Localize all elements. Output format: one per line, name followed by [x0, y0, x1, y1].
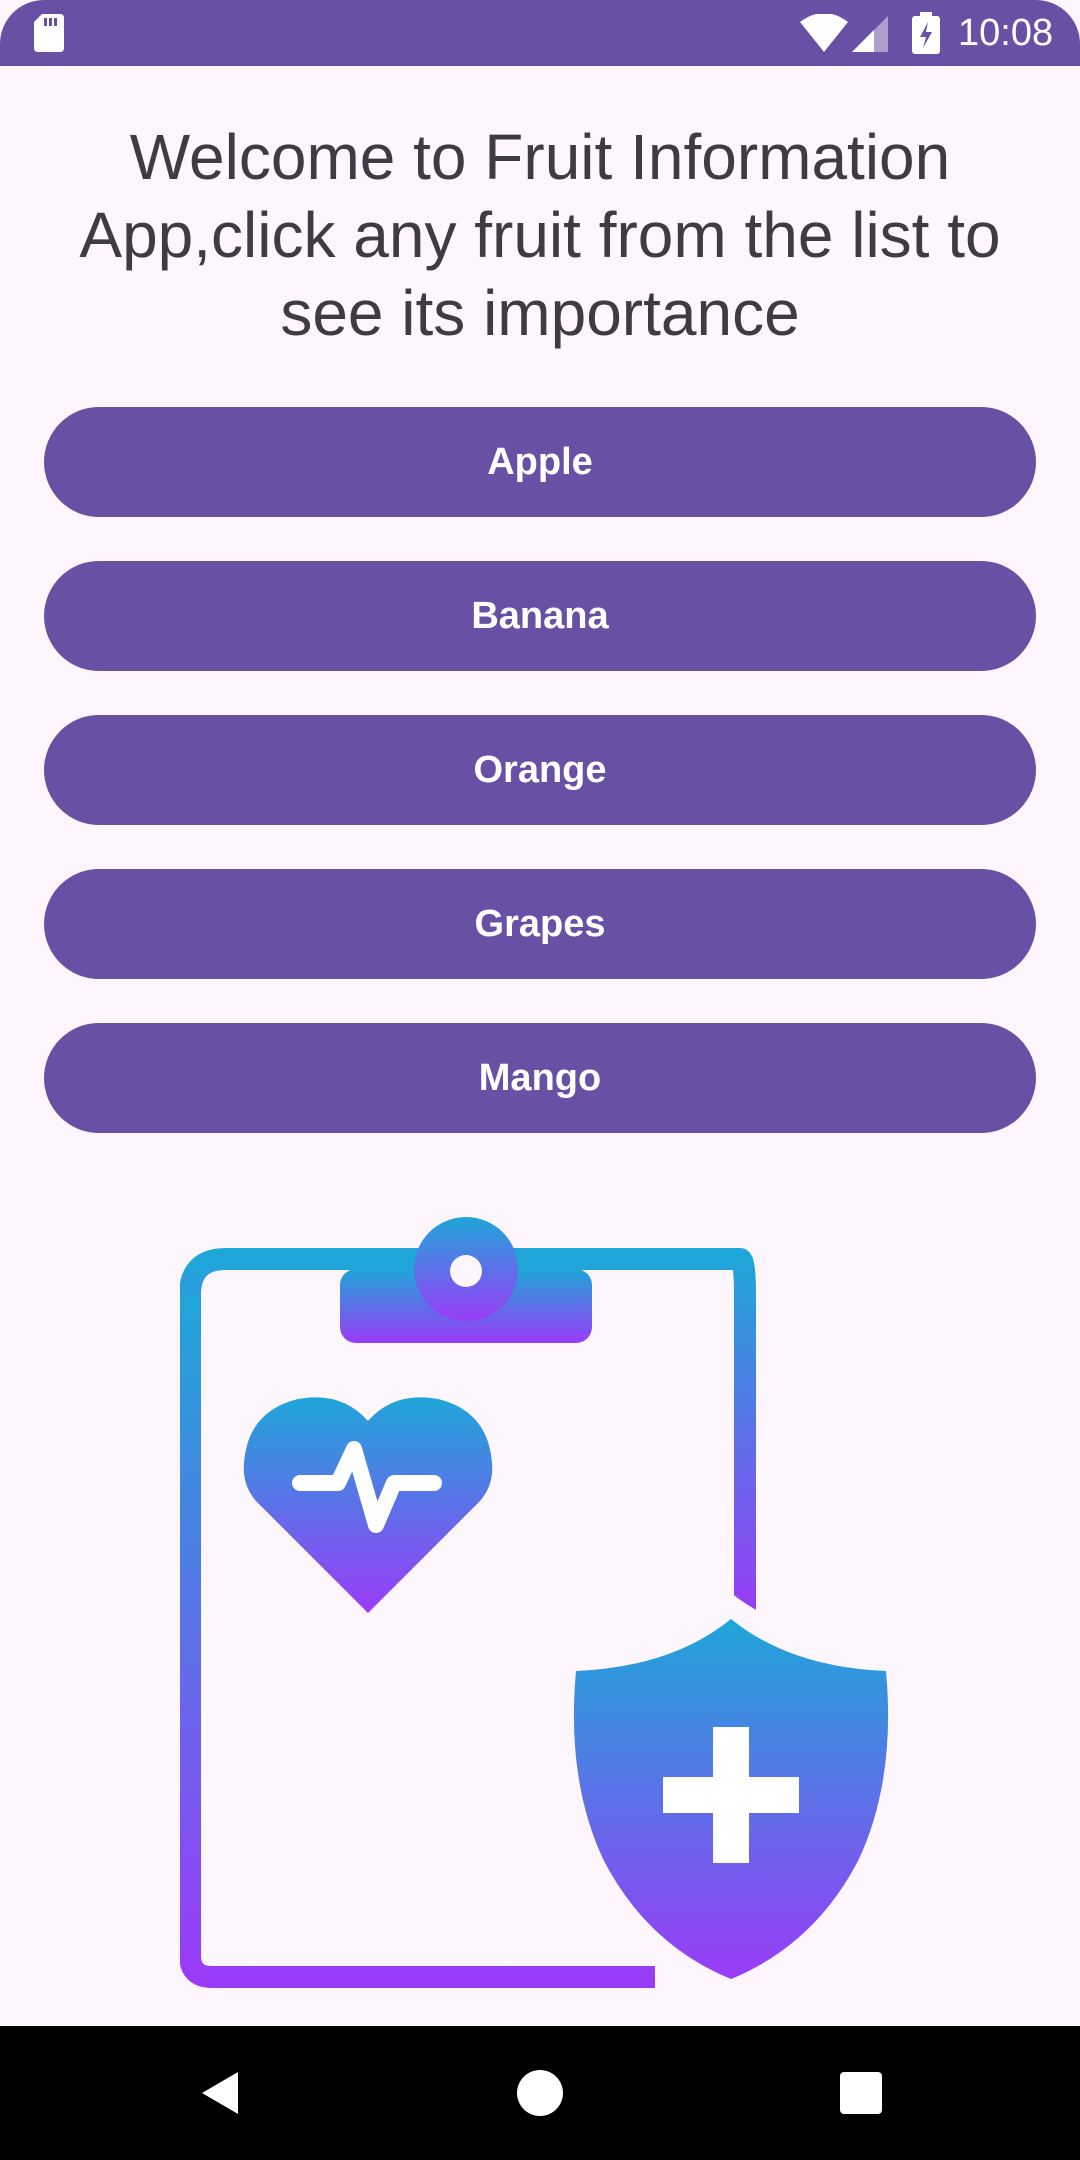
banana-button[interactable]: Banana [44, 561, 1036, 671]
cell-signal-icon [852, 16, 888, 52]
welcome-heading: Welcome to Fruit Information App,click a… [79, 121, 1001, 349]
sd-card-icon [34, 14, 64, 52]
grapes-button[interactable]: Grapes [44, 869, 1036, 979]
orange-button[interactable]: Orange [44, 715, 1036, 825]
wifi-icon [800, 14, 848, 52]
status-bar: 10:08 [0, 0, 1080, 66]
fruit-button-list: Apple Banana Orange Grapes Mango [44, 407, 1036, 1177]
battery-charging-icon [912, 12, 940, 54]
apple-button[interactable]: Apple [44, 407, 1036, 517]
status-clock: 10:08 [958, 12, 1054, 54]
medical-clipboard-shield-icon [180, 1217, 900, 1995]
mango-button[interactable]: Mango [44, 1023, 1036, 1133]
recents-icon[interactable] [836, 2068, 886, 2118]
back-icon[interactable] [196, 2068, 246, 2118]
home-icon[interactable] [515, 2068, 565, 2118]
navigation-bar [0, 2026, 1080, 2160]
